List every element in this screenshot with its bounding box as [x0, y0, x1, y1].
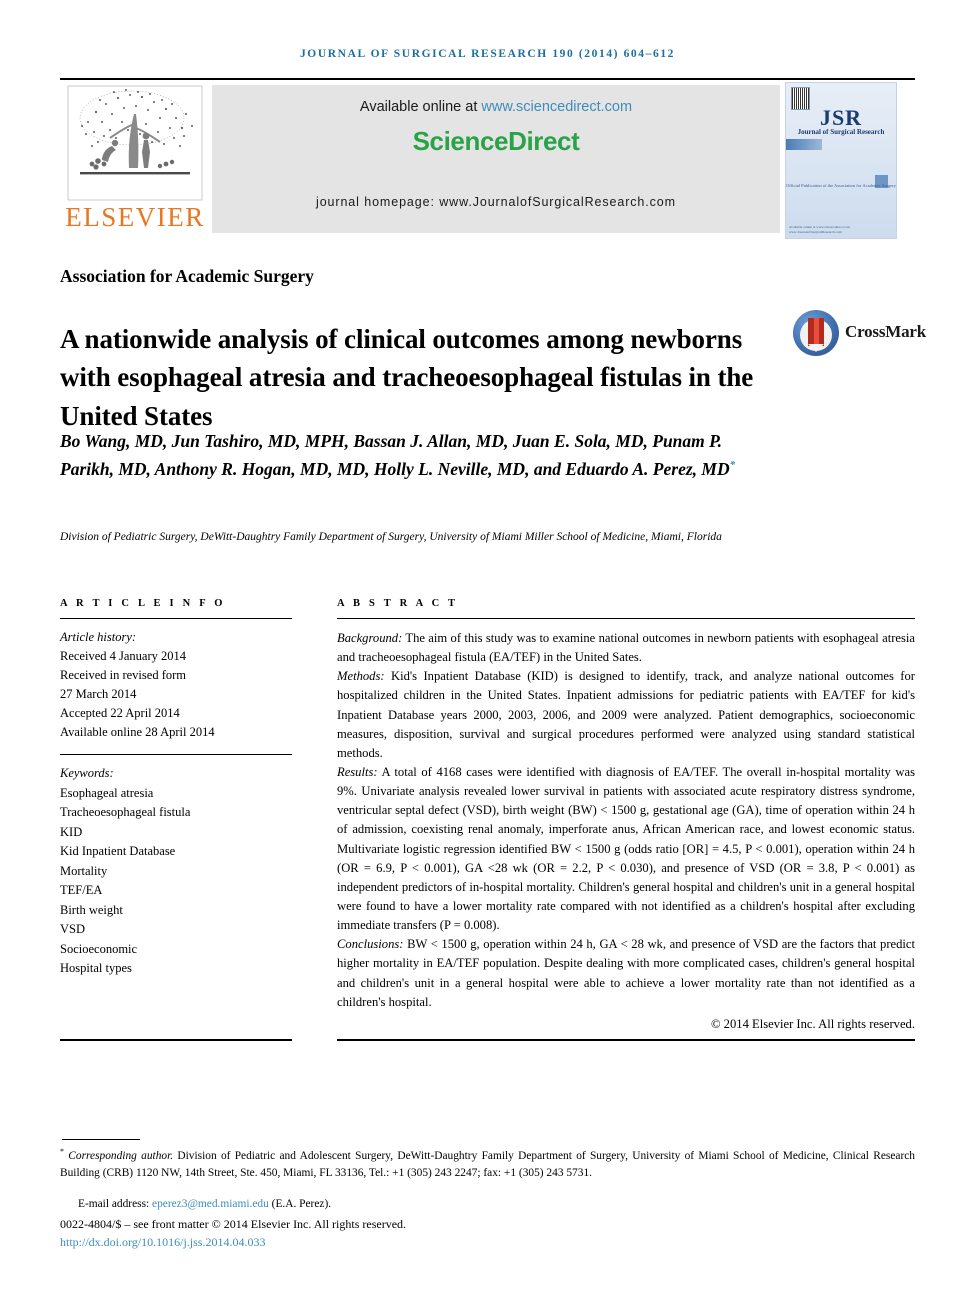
corresponding-author-address: Division of Pediatric and Adolescent Sur… [60, 1149, 916, 1180]
elsevier-tree-icon [67, 85, 203, 201]
email-link[interactable]: eperez3@med.miami.edu [152, 1198, 269, 1210]
keyword-item[interactable]: KID [60, 823, 292, 843]
abstract-label-results: Results: [337, 764, 378, 779]
abstract-column: A B S T R A C T Background: The aim of t… [337, 598, 915, 1034]
author-names: Bo Wang, MD, Jun Tashiro, MD, MPH, Bassa… [60, 431, 730, 479]
history-item: 27 March 2014 [60, 687, 137, 701]
abstract-text-conclusions: BW < 1500 g, operation within 24 h, GA <… [337, 937, 915, 1009]
abstract-text-results: A total of 4168 cases were identified wi… [337, 764, 915, 933]
crossmark-badge[interactable]: CrossMark [793, 308, 926, 360]
abstract-text-background: The aim of this study was to examine nat… [337, 631, 915, 665]
keyword-item[interactable]: Esophageal atresia [60, 784, 292, 804]
abstract-heading: A B S T R A C T [337, 598, 459, 609]
article-history-label: Article history: [60, 630, 137, 644]
article-history-block: Article history: Received 4 January 2014… [60, 628, 292, 742]
sciencedirect-url-link[interactable]: www.sciencedirect.com [481, 99, 632, 115]
footnote-marker: * [60, 1147, 64, 1156]
keyword-item[interactable]: Socioeconomic [60, 940, 292, 960]
keywords-label: Keywords: [60, 766, 114, 780]
author-list: Bo Wang, MD, Jun Tashiro, MD, MPH, Bassa… [60, 428, 780, 483]
email-label: E-mail address: [78, 1198, 153, 1210]
article-info-bottom-rule [60, 1039, 292, 1041]
page-title: A nationwide analysis of clinical outcom… [60, 324, 754, 431]
cover-tiny-text: Available online at www.sciencedirect.co… [789, 224, 850, 234]
abstract-bottom-rule [337, 1039, 915, 1041]
history-item: Received in revised form [60, 668, 186, 682]
abstract-section-methods: Methods: Kid's Inpatient Database (KID) … [337, 667, 915, 763]
history-item: Available online 28 April 2014 [60, 725, 215, 739]
cover-bar-left [786, 139, 822, 150]
abstract-label-background: Background: [337, 631, 403, 645]
footnote-rule [62, 1139, 140, 1140]
keyword-item[interactable]: VSD [60, 920, 292, 940]
keyword-item[interactable]: Hospital types [60, 959, 292, 979]
doi-link[interactable]: http://dx.doi.org/10.1016/j.jss.2014.04.… [60, 1235, 915, 1250]
available-online-line: Available online at www.sciencedirect.co… [212, 99, 780, 115]
email-note: E-mail address: eperez3@med.miami.edu (E… [60, 1198, 915, 1210]
issn-copyright-line: 0022-4804/$ – see front matter © 2014 El… [60, 1217, 407, 1231]
abstract-section-conclusions: Conclusions: BW < 1500 g, operation with… [337, 935, 915, 1012]
corresponding-author-marker[interactable]: * [730, 459, 736, 471]
corresponding-author-note: * Corresponding author. Division of Pedi… [60, 1146, 915, 1183]
journal-homepage-line[interactable]: journal homepage: www.JournalofSurgicalR… [212, 195, 780, 209]
abstract-section-background: Background: The aim of this study was to… [337, 629, 915, 667]
corresponding-author-label: Corresponding author. [68, 1149, 174, 1162]
masthead: ELSEVIER Available online at www.science… [60, 82, 915, 239]
history-item: Received 4 January 2014 [60, 649, 187, 663]
keyword-item[interactable]: Tracheoesophageal fistula [60, 803, 292, 823]
header-rule [60, 78, 915, 80]
abstract-label-conclusions: Conclusions: [337, 937, 404, 952]
elsevier-wordmark: ELSEVIER [65, 202, 205, 232]
article-info-rule [60, 618, 292, 619]
keywords-block: Keywords: Esophageal atresia Tracheoesop… [60, 764, 292, 979]
history-item: Accepted 22 April 2014 [60, 706, 180, 720]
abstract-text-methods: Kid's Inpatient Database (KID) is design… [337, 669, 915, 760]
email-attribution: (E.A. Perez). [268, 1198, 332, 1210]
keywords-rule [60, 754, 292, 755]
abstract-rule [337, 618, 915, 619]
crossmark-bookmark-icon [808, 318, 824, 346]
keyword-item[interactable]: Kid Inpatient Database [60, 842, 292, 862]
available-online-prefix: Available online at [359, 99, 482, 115]
journal-article-first-page: JOURNAL OF SURGICAL RESEARCH 190 (2014) … [0, 0, 975, 1305]
abstract-body: Background: The aim of this study was to… [337, 629, 915, 1034]
crossmark-label: CrossMark [845, 322, 926, 341]
crossmark-icon [793, 310, 839, 356]
sciencedirect-wordmark: ScienceDirect [412, 126, 580, 156]
article-info-heading: A R T I C L E I N F O [60, 598, 226, 609]
sciencedirect-banner: Available online at www.sciencedirect.co… [212, 85, 780, 233]
keyword-item[interactable]: TEF/EA [60, 881, 292, 901]
abstract-section-results: Results: A total of 4168 cases were iden… [337, 763, 915, 935]
cover-footline: Official Publication of the Association … [786, 183, 896, 188]
abstract-copyright: © 2014 Elsevier Inc. All rights reserved… [710, 1016, 915, 1031]
keyword-item[interactable]: Mortality [60, 862, 292, 882]
journal-cover-thumbnail: JSR Journal of Surgical Research Officia… [785, 82, 897, 239]
affiliation: Division of Pediatric Surgery, DeWitt-Da… [60, 531, 722, 543]
elsevier-logo: ELSEVIER [60, 84, 210, 236]
running-head: JOURNAL OF SURGICAL RESEARCH 190 (2014) … [299, 48, 676, 60]
abstract-label-methods: Methods: [337, 669, 385, 684]
society-line: Association for Academic Surgery [60, 266, 314, 286]
cover-subtitle: Journal of Surgical Research [797, 128, 885, 136]
keyword-item[interactable]: Birth weight [60, 901, 292, 921]
article-info-column: A R T I C L E I N F O Article history: R… [60, 598, 292, 979]
